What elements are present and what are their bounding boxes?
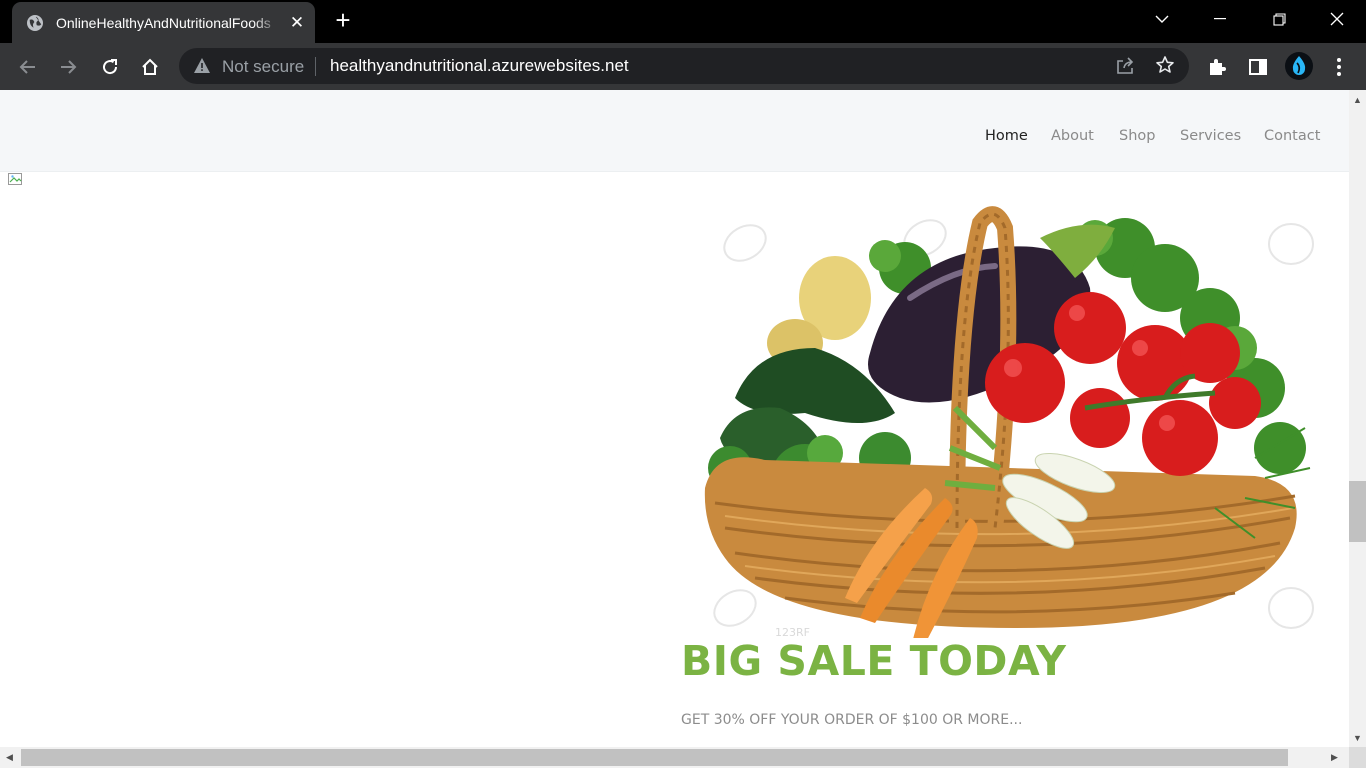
- nav-services-link[interactable]: Services: [1180, 128, 1241, 144]
- address-separator: [315, 57, 316, 76]
- bookmark-star-icon[interactable]: [1155, 55, 1175, 80]
- hero-headline: BIG SALE TODAY: [681, 637, 1067, 685]
- share-icon[interactable]: [1115, 56, 1135, 81]
- scroll-left-arrow-icon[interactable]: ◀: [6, 752, 13, 763]
- nav-about-link[interactable]: About: [1051, 128, 1094, 144]
- browser-toolbar: Not secure healthyandnutritional.azurewe…: [0, 43, 1366, 90]
- broken-image-icon: [8, 172, 28, 185]
- extensions-icon[interactable]: [1205, 55, 1229, 79]
- new-tab-icon[interactable]: +: [330, 7, 356, 34]
- back-icon[interactable]: [16, 55, 40, 79]
- hero-subline: GET 30% OFF YOUR ORDER OF $100 OR MORE..…: [681, 712, 1023, 728]
- url-text[interactable]: healthyandnutritional.azurewebsites.net: [330, 56, 629, 76]
- site-navbar: Home About Shop Services Contact: [0, 90, 1349, 172]
- browser-tab-strip: OnlineHealthyAndNutritionalFoods ✕ +: [0, 0, 1366, 43]
- reload-icon[interactable]: [98, 55, 122, 79]
- page-viewport: Home About Shop Services Contact 123RF B…: [0, 90, 1349, 747]
- side-panel-icon[interactable]: [1246, 55, 1270, 79]
- globe-icon: [26, 14, 44, 32]
- home-icon[interactable]: [138, 55, 162, 79]
- address-bar[interactable]: Not secure healthyandnutritional.azurewe…: [179, 48, 1189, 84]
- profile-avatar[interactable]: [1285, 52, 1313, 80]
- scrollbar-corner: [1349, 747, 1366, 768]
- close-tab-icon[interactable]: ✕: [288, 13, 306, 33]
- horizontal-scroll-thumb[interactable]: [21, 749, 1288, 766]
- close-window-icon[interactable]: [1314, 0, 1360, 38]
- vegetable-basket-image: 123RF: [695, 198, 1325, 653]
- security-label[interactable]: Not secure: [222, 57, 304, 77]
- vertical-scroll-thumb[interactable]: [1349, 481, 1366, 542]
- nav-home-link[interactable]: Home: [985, 128, 1028, 144]
- forward-icon[interactable]: [56, 55, 80, 79]
- minimize-icon[interactable]: [1197, 0, 1243, 38]
- warning-icon[interactable]: [193, 57, 211, 79]
- tab-title: OnlineHealthyAndNutritionalFoods: [56, 14, 271, 31]
- nav-contact-link[interactable]: Contact: [1264, 128, 1320, 144]
- scroll-down-arrow-icon[interactable]: ▼: [1353, 733, 1362, 743]
- scroll-up-arrow-icon[interactable]: ▲: [1353, 95, 1362, 105]
- vertical-scrollbar[interactable]: [1349, 90, 1366, 747]
- restore-icon[interactable]: [1256, 0, 1302, 38]
- browser-tab[interactable]: OnlineHealthyAndNutritionalFoods ✕: [12, 2, 315, 43]
- menu-kebab-icon[interactable]: [1327, 55, 1351, 79]
- nav-shop-link[interactable]: Shop: [1119, 128, 1155, 144]
- scroll-right-arrow-icon[interactable]: ▶: [1331, 752, 1338, 763]
- tab-search-icon[interactable]: [1139, 0, 1185, 38]
